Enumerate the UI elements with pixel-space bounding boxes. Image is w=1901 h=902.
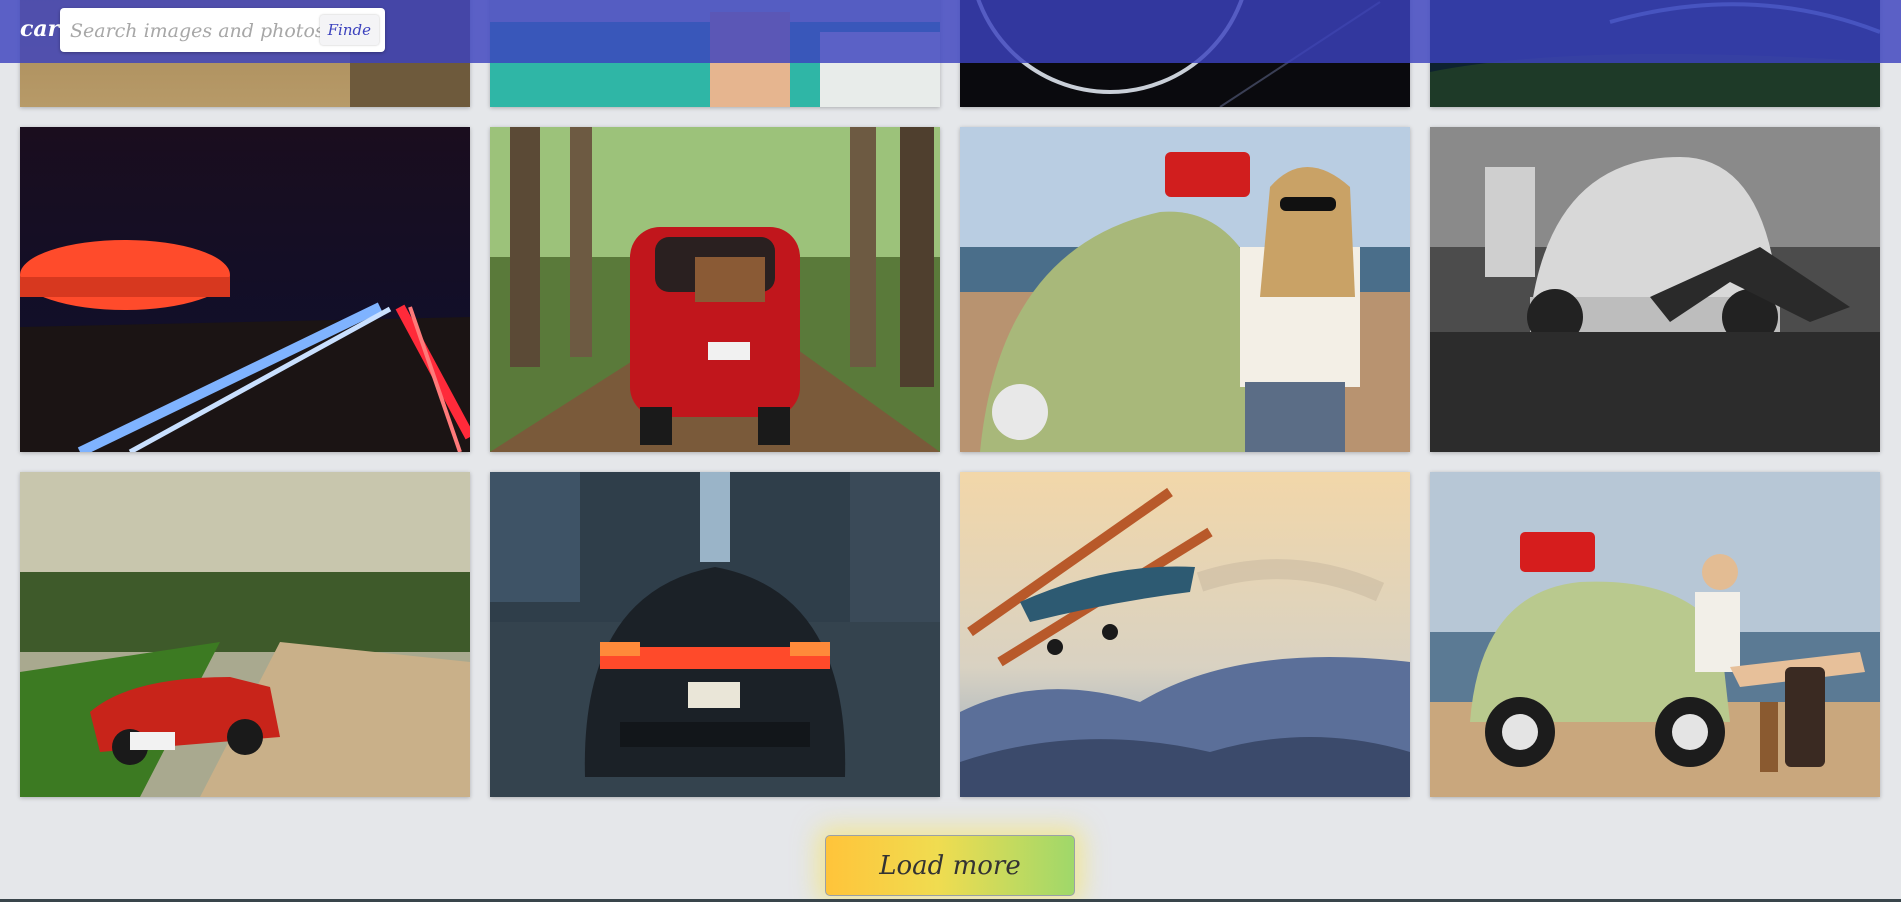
- gallery-image[interactable]: [1430, 127, 1880, 452]
- load-more-button[interactable]: Load more: [825, 835, 1075, 896]
- search-button[interactable]: Finde: [319, 15, 379, 45]
- site-logo[interactable]: car: [20, 16, 59, 42]
- gallery-image[interactable]: [960, 472, 1410, 797]
- gallery-image[interactable]: [1430, 472, 1880, 797]
- search-input[interactable]: [68, 14, 322, 48]
- gallery-image[interactable]: [20, 472, 470, 797]
- gallery-image[interactable]: [490, 472, 940, 797]
- top-search-bar: car Finde: [0, 0, 1901, 63]
- gallery-image[interactable]: [490, 127, 940, 452]
- gallery-image[interactable]: [20, 127, 470, 452]
- search-box: Finde: [60, 8, 385, 52]
- image-search-page: car Finde Load more: [0, 0, 1901, 902]
- gallery-image[interactable]: [960, 127, 1410, 452]
